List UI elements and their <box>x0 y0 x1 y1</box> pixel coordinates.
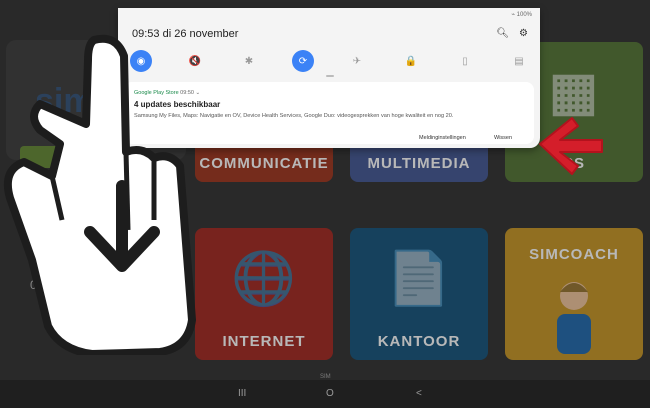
notification-settings-button[interactable]: Meldinginstellingen <box>419 135 466 141</box>
red-arrow-icon <box>539 117 603 175</box>
airplane-mode-icon[interactable]: ✈ <box>346 50 368 72</box>
bluetooth-icon[interactable]: ✱ <box>238 50 260 72</box>
battery-icon[interactable]: ▯ <box>454 50 476 72</box>
clear-button[interactable]: Wissen <box>494 135 512 141</box>
gear-icon[interactable]: ⚙ <box>519 28 528 39</box>
panel-top-icons: 🔍︎ ⚙ <box>496 28 528 39</box>
home-button[interactable]: O <box>326 388 334 399</box>
lock-icon[interactable]: 🔒 <box>400 50 422 72</box>
status-bar: ⌁ 100% <box>511 11 532 18</box>
panel-handle[interactable] <box>326 75 334 77</box>
back-button[interactable]: < <box>416 388 422 399</box>
down-arrow-icon <box>84 180 160 272</box>
navigation-bar: III O < <box>0 380 650 408</box>
recent-apps-button[interactable]: III <box>238 388 246 399</box>
folder-icon[interactable]: ▤ <box>508 50 530 72</box>
battery-percentage: 100% <box>516 12 532 18</box>
search-icon[interactable]: 🔍︎ <box>496 28 509 39</box>
auto-rotate-icon[interactable]: ⟳ <box>292 50 314 72</box>
